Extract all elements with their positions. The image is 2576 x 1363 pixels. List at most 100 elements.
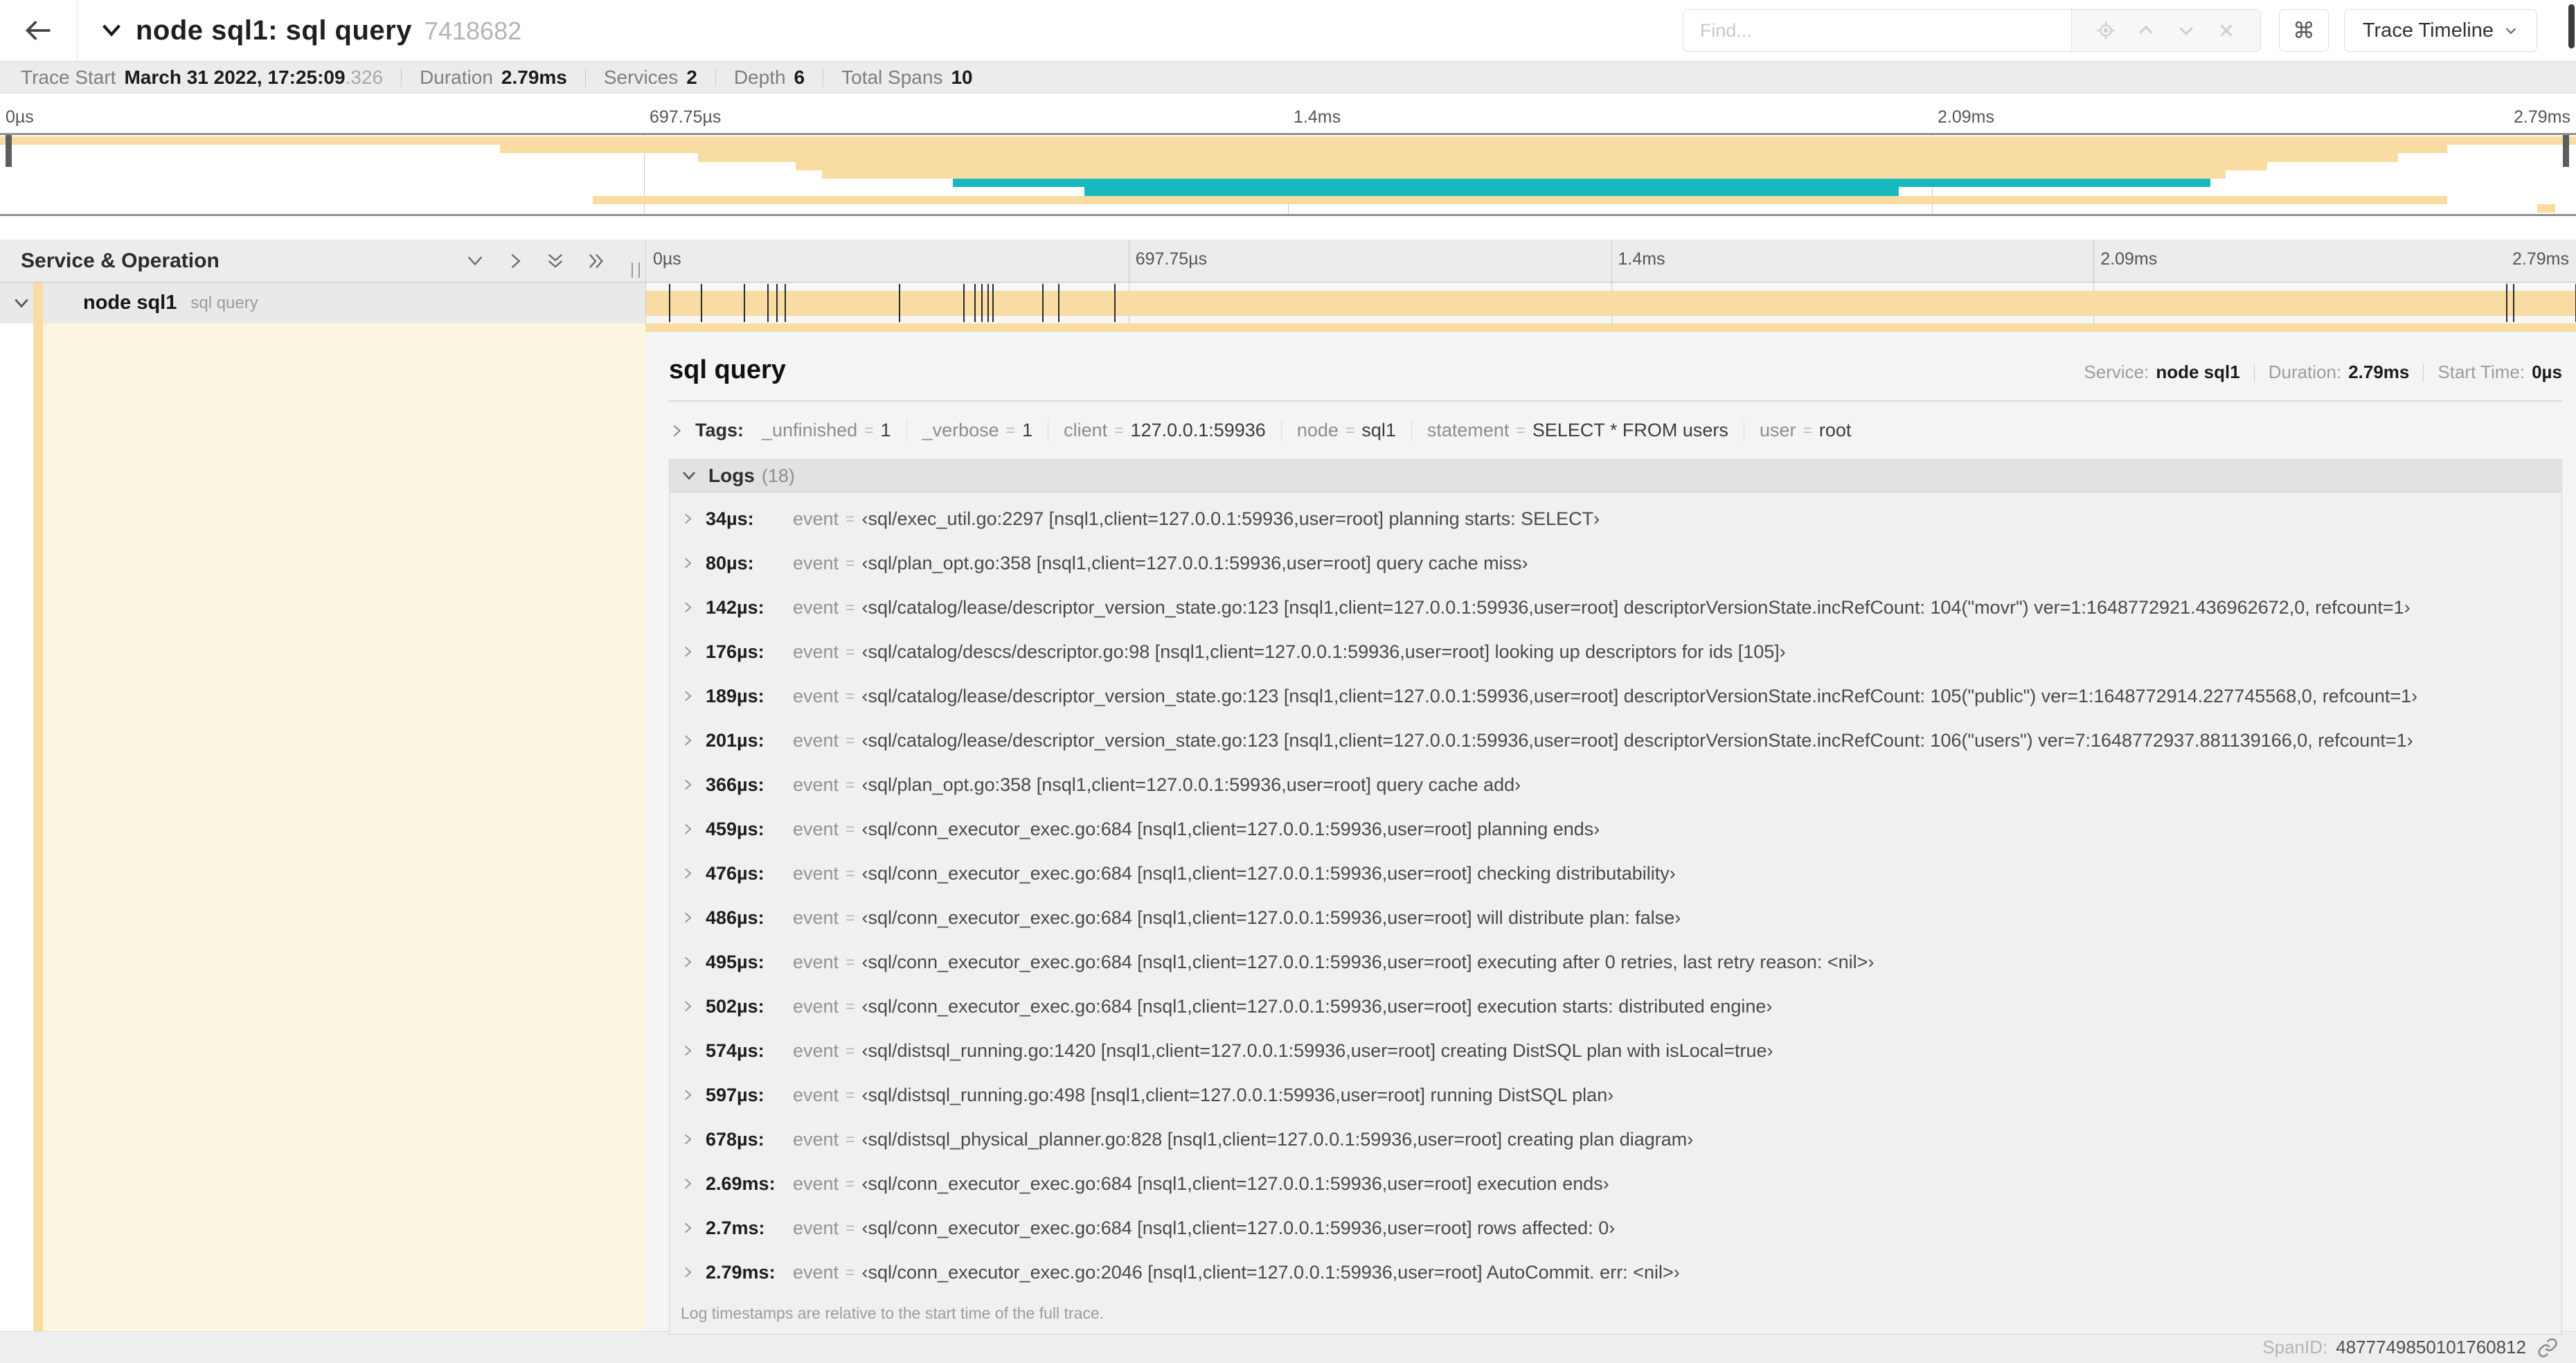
chevron-right-icon	[681, 733, 695, 747]
collapse-one-icon[interactable]	[465, 251, 485, 271]
tags-accordion[interactable]: Tags: _unfinished = 1 _verbose = 1 client = 127.…	[669, 420, 2562, 441]
log-entry[interactable]: 574µs: event = ‹sql/distsql_running.go:1420…	[681, 1028, 2561, 1073]
log-entry[interactable]: 495µs: event = ‹sql/conn_executor_exec.go:6…	[681, 940, 2561, 984]
divider	[1280, 420, 1282, 441]
view-selector-button[interactable]: Trace Timeline	[2343, 9, 2537, 52]
log-entry[interactable]: 80µs: event = ‹sql/plan_opt.go:358 [nsql1,c…	[681, 541, 2561, 585]
log-field-key: event	[793, 641, 839, 662]
minimap-span-row	[0, 153, 2576, 162]
log-field-value: ‹sql/catalog/descs/descriptor.go:98 [nsq…	[861, 641, 1786, 662]
log-field-value: ‹sql/conn_executor_exec.go:684 [nsql1,cl…	[861, 951, 1875, 972]
duration-value: 2.79ms	[2348, 362, 2410, 382]
minimap-span-row	[0, 179, 2576, 188]
locate-icon[interactable]	[2095, 20, 2116, 41]
log-field-value: ‹sql/distsql_running.go:1420 [nsql1,clie…	[861, 1040, 1773, 1061]
minimap-span-bar	[499, 145, 2447, 154]
minimap-span-row	[0, 136, 2576, 145]
back-button[interactable]	[0, 0, 78, 61]
log-entry[interactable]: 366µs: event = ‹sql/plan_opt.go:358 [nsql1,…	[681, 763, 2561, 807]
logs-title: Logs	[708, 465, 755, 486]
log-tick-marker	[2506, 284, 2508, 322]
prev-match-icon[interactable]	[2136, 20, 2156, 41]
log-tick-marker	[992, 284, 994, 322]
log-timestamp: 80µs:	[706, 552, 754, 573]
depth-label: Depth	[733, 66, 786, 88]
log-entry[interactable]: 459µs: event = ‹sql/conn_executor_exec.go:6…	[681, 807, 2561, 851]
trace-minimap[interactable]	[0, 133, 2576, 216]
log-tick-marker	[987, 284, 990, 322]
chevron-right-icon	[681, 911, 695, 925]
clear-search-icon[interactable]	[2216, 20, 2237, 41]
log-timestamp: 189µs:	[706, 685, 764, 706]
find-input[interactable]	[1683, 10, 2071, 51]
log-timestamp: 34µs:	[706, 508, 754, 529]
trace-page: node sql1: sql query 7418682 Find... ⌘ T…	[0, 0, 2576, 1363]
span-name-cell[interactable]: node sql1 sql query	[0, 283, 645, 323]
log-entry[interactable]: 2.79ms: event = ‹sql/conn_executor_exec.go:…	[681, 1250, 2561, 1294]
log-field-key: event	[793, 552, 839, 573]
chevron-down-icon	[2503, 23, 2519, 38]
ruler-tick-1: 697.75µs	[1135, 249, 1208, 269]
equals-sign: =	[846, 686, 855, 705]
chevron-right-icon	[681, 822, 695, 836]
equals-sign: =	[1114, 421, 1124, 439]
tag-value: root	[1818, 420, 1852, 440]
log-entry[interactable]: 2.69ms: event = ‹sql/conn_executor_exec.go:…	[681, 1161, 2561, 1206]
collapse-children-icon[interactable]	[12, 294, 30, 312]
divider	[401, 68, 402, 87]
log-entry[interactable]: 2.7ms: event = ‹sql/conn_executor_exec.go:6…	[681, 1206, 2561, 1250]
divider	[2423, 363, 2424, 382]
expand-all-icon[interactable]	[586, 251, 605, 271]
log-field-value: ‹sql/plan_opt.go:358 [nsql1,client=127.0…	[861, 552, 1528, 573]
tag-key: user	[1759, 420, 1796, 440]
minimap-left-scrubber[interactable]	[6, 135, 12, 167]
log-tick-marker	[1114, 284, 1116, 322]
log-entry[interactable]: 486µs: event = ‹sql/conn_executor_exec.go:6…	[681, 896, 2561, 940]
log-entry[interactable]: 176µs: event = ‹sql/catalog/descs/descripto…	[681, 630, 2561, 674]
log-entry[interactable]: 476µs: event = ‹sql/conn_executor_exec.go:6…	[681, 851, 2561, 896]
log-timestamp: 597µs:	[706, 1084, 764, 1105]
logs-header[interactable]: Logs (18)	[670, 460, 2561, 492]
equals-sign: =	[846, 1174, 855, 1193]
log-entry[interactable]: 597µs: event = ‹sql/distsql_running.go:498 …	[681, 1073, 2561, 1117]
equals-sign: =	[846, 908, 855, 927]
log-timestamp: 201µs:	[706, 729, 764, 751]
log-field-value: ‹sql/conn_executor_exec.go:684 [nsql1,cl…	[861, 995, 1773, 1017]
equals-sign: =	[1345, 421, 1355, 439]
log-timestamp: 459µs:	[706, 818, 764, 839]
span-tint-column	[43, 323, 645, 1331]
log-entry[interactable]: 678µs: event = ‹sql/distsql_physical_planne…	[681, 1117, 2561, 1161]
tag-value: 1	[1022, 420, 1033, 440]
log-entry[interactable]: 502µs: event = ‹sql/conn_executor_exec.go:6…	[681, 984, 2561, 1028]
log-entry[interactable]: 189µs: event = ‹sql/catalog/lease/descripto…	[681, 674, 2561, 718]
log-tick-marker	[776, 284, 778, 322]
minimap-ruler: 0µs 697.75µs 1.4ms 2.09ms 2.79ms	[0, 93, 2576, 133]
scrollbar-thumb[interactable]	[2568, 4, 2575, 48]
log-field-value: ‹sql/catalog/lease/descriptor_version_st…	[861, 729, 2413, 751]
minimap-right-scrubber[interactable]	[2563, 135, 2569, 167]
keyboard-shortcuts-button[interactable]: ⌘	[2278, 9, 2329, 52]
divider	[715, 68, 716, 87]
service-label: Service:	[2084, 362, 2149, 382]
span-bar-cell[interactable]	[645, 283, 2576, 323]
chevron-right-icon	[681, 556, 695, 570]
span-duration-bar[interactable]	[646, 291, 2576, 316]
column-resizer[interactable]	[632, 262, 640, 278]
ruler-tick-3: 2.09ms	[2100, 249, 2158, 269]
equals-sign: =	[846, 731, 855, 749]
log-tick-marker	[784, 284, 786, 322]
collapse-trace-icon[interactable]	[100, 19, 123, 42]
deep-link-icon[interactable]	[2537, 1337, 2558, 1358]
collapse-all-icon[interactable]	[546, 251, 565, 271]
minimap-span-row	[0, 170, 2576, 179]
expand-one-icon[interactable]	[506, 251, 525, 271]
log-field-value: ‹sql/conn_executor_exec.go:2046 [nsql1,c…	[861, 1261, 1680, 1283]
header-actions: ⌘ Trace Timeline	[1682, 9, 2537, 52]
log-entry[interactable]: 34µs: event = ‹sql/exec_util.go:2297 [nsql1…	[681, 497, 2561, 541]
log-field-value: ‹sql/catalog/lease/descriptor_version_st…	[861, 685, 2418, 706]
log-entry[interactable]: 201µs: event = ‹sql/catalog/lease/descripto…	[681, 718, 2561, 763]
tags-label[interactable]: Tags:	[695, 420, 744, 441]
next-match-icon[interactable]	[2176, 20, 2197, 41]
log-entry[interactable]: 142µs: event = ‹sql/catalog/lease/descripto…	[681, 585, 2561, 630]
service-operation-header: Service & Operation	[0, 240, 645, 282]
